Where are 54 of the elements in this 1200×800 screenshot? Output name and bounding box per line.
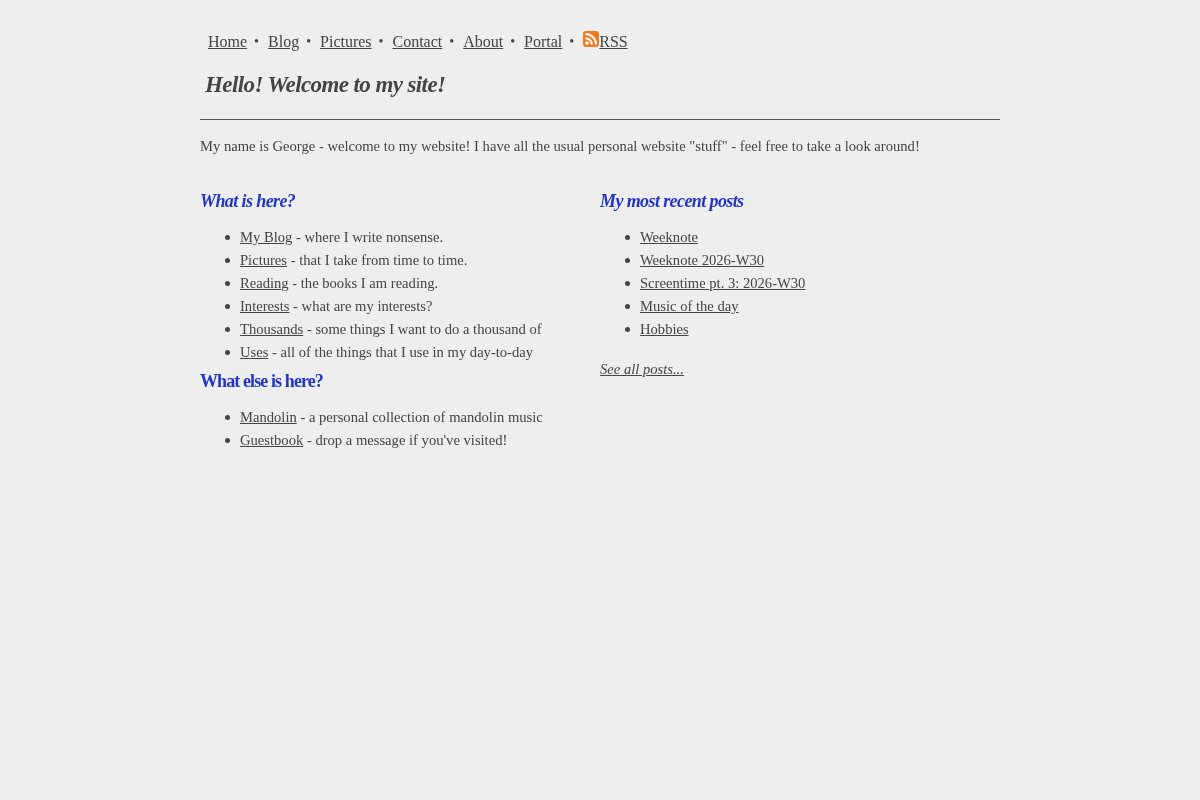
bullet-icon bbox=[625, 327, 630, 332]
list-link[interactable]: Uses bbox=[240, 344, 269, 360]
nav-link[interactable]: About bbox=[463, 30, 504, 53]
bullet-icon bbox=[625, 281, 630, 286]
nav-link[interactable]: Pictures bbox=[320, 30, 372, 53]
bullet-icon bbox=[625, 304, 630, 309]
list-item-text: Interests - what are my interests? bbox=[240, 297, 433, 316]
see-all-link[interactable]: See all posts... bbox=[600, 358, 684, 381]
list-link[interactable]: Thousands bbox=[240, 321, 304, 337]
list-link[interactable]: Hobbies bbox=[640, 318, 689, 341]
list-link[interactable]: Reading bbox=[240, 275, 289, 291]
list-link[interactable]: Weeknote bbox=[640, 226, 698, 249]
list-link[interactable]: Guestbook bbox=[240, 432, 304, 448]
list-item-text: Guestbook - drop a message if you've visited! bbox=[240, 431, 508, 450]
page-title: Hello! Welcome to my site! bbox=[205, 71, 446, 99]
section-heading: What is here? bbox=[200, 190, 296, 213]
nav-link[interactable]: Contact bbox=[392, 30, 443, 53]
list-item-text: My Blog - where I write nonsense. bbox=[240, 228, 444, 247]
bullet-icon bbox=[225, 327, 230, 332]
nav-separator: • bbox=[306, 33, 312, 51]
bullet-icon bbox=[625, 235, 630, 240]
nav-link[interactable]: Blog bbox=[268, 30, 300, 53]
section-heading: My most recent posts bbox=[600, 190, 744, 213]
rss-feed-icon bbox=[583, 30, 600, 47]
nav-separator: • bbox=[254, 33, 259, 51]
list-link[interactable]: Screentime pt. 3: 2026-W30 bbox=[640, 272, 806, 295]
bullet-icon bbox=[225, 350, 230, 355]
nav-separator: • bbox=[449, 33, 455, 51]
section-heading: What else is here? bbox=[200, 370, 323, 393]
list-link[interactable]: Pictures bbox=[240, 252, 288, 268]
list-item-text: Reading - the books I am reading. bbox=[240, 274, 439, 293]
list-item-text: Mandolin - a personal collection of mandolin music bbox=[240, 408, 543, 427]
bullet-icon bbox=[225, 281, 230, 286]
bullet-icon bbox=[225, 415, 230, 420]
list-link[interactable]: Mandolin bbox=[240, 409, 297, 425]
list-link[interactable]: Weeknote 2026-W30 bbox=[640, 249, 765, 272]
bullet-icon bbox=[225, 304, 230, 309]
nav-separator: • bbox=[569, 33, 575, 51]
nav-separator: • bbox=[378, 33, 384, 51]
list-link[interactable]: Interests bbox=[240, 298, 290, 314]
nav-link[interactable]: Portal bbox=[524, 30, 563, 53]
intro-text: My name is George - welcome to my website! I have all the usual personal website "stuff" - feel free to take a look around! bbox=[200, 137, 920, 156]
list-link[interactable]: My Blog bbox=[240, 229, 293, 245]
bullet-icon bbox=[625, 258, 630, 263]
list-item-text: Uses - all of the things that I use in my day-to-day bbox=[240, 343, 534, 362]
bullet-icon bbox=[225, 438, 230, 443]
rss-link[interactable]: RSS bbox=[583, 30, 628, 53]
list-item-text: Thousands - some things I want to do a thousand of bbox=[240, 320, 542, 339]
bullet-icon bbox=[225, 235, 230, 240]
bullet-icon bbox=[225, 258, 230, 263]
list-link[interactable]: Music of the day bbox=[640, 295, 739, 318]
list-item-text: Pictures - that I take from time to time. bbox=[240, 251, 468, 270]
nav-separator: • bbox=[510, 33, 516, 51]
nav-link[interactable]: Home bbox=[208, 30, 248, 53]
